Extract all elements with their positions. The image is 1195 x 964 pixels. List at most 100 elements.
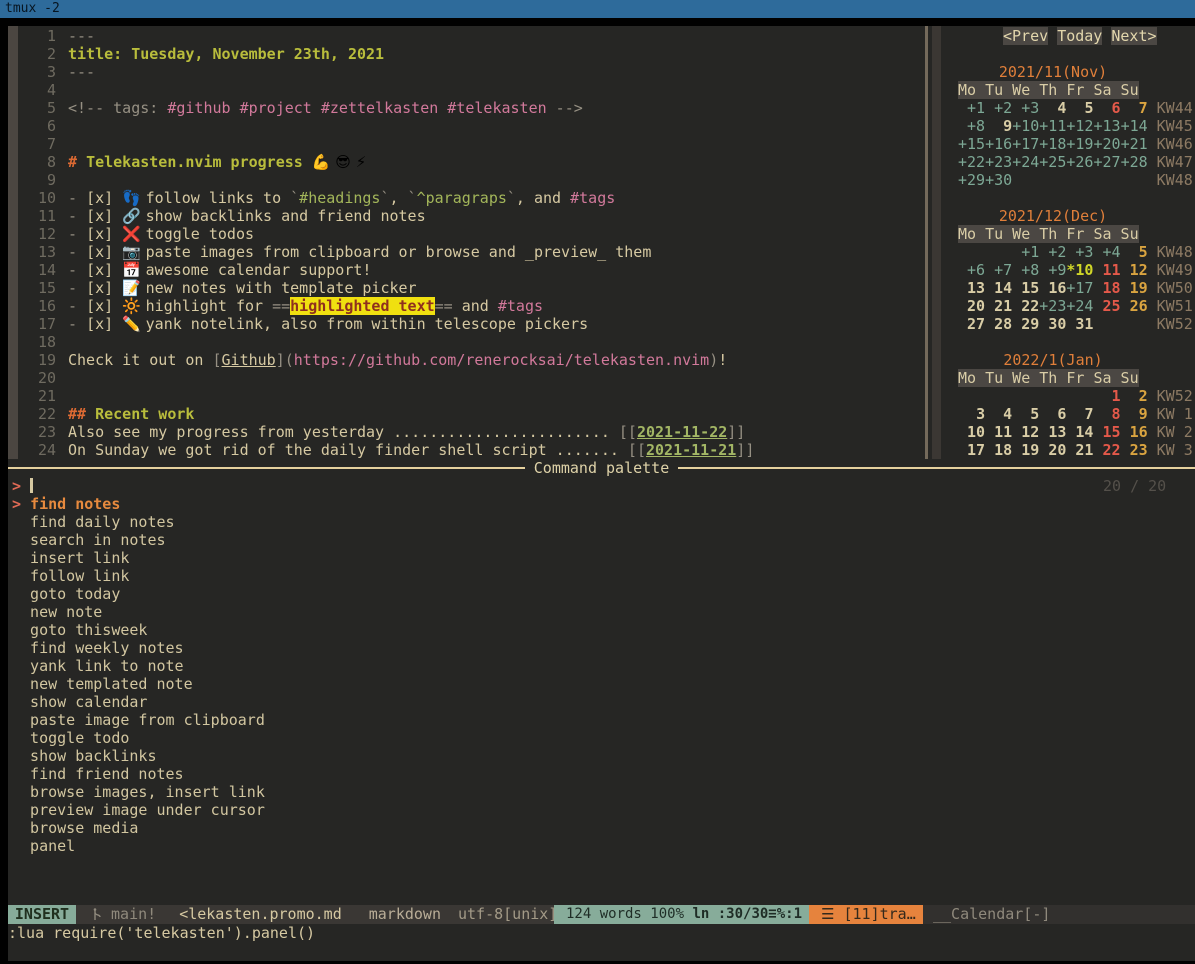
palette-item[interactable]: insert link	[8, 549, 1195, 567]
calendar-day[interactable]: 20	[958, 297, 985, 315]
palette-item[interactable]: browse images, insert link	[8, 783, 1195, 801]
calendar-day[interactable]: 27	[958, 315, 985, 333]
calendar-day[interactable]: +27	[1093, 153, 1120, 171]
palette-item[interactable]: yank link to note	[8, 657, 1195, 675]
calendar-day[interactable]: +1	[958, 99, 985, 117]
calendar-day[interactable]: 5	[1012, 405, 1039, 423]
calendar-day[interactable]: +9	[1039, 261, 1066, 279]
calendar-day[interactable]: +2	[985, 99, 1012, 117]
calendar-day[interactable]: 9	[1121, 405, 1148, 423]
calendar-day[interactable]: 15	[1093, 423, 1120, 441]
calendar-day[interactable]: +16	[985, 135, 1012, 153]
palette-item[interactable]: show calendar	[8, 693, 1195, 711]
palette-prompt[interactable]: > 20 / 20	[8, 477, 1195, 495]
calendar-day[interactable]: 14	[1066, 423, 1093, 441]
calendar-day[interactable]: 26	[1121, 297, 1148, 315]
calendar-scrollbar[interactable]	[932, 26, 941, 459]
palette-item[interactable]: new note	[8, 603, 1195, 621]
calendar-day[interactable]: 13	[1039, 423, 1066, 441]
calendar-day[interactable]: 5	[1121, 243, 1148, 261]
calendar-day[interactable]: 1	[1093, 387, 1120, 405]
calendar-day[interactable]: 18	[1093, 279, 1120, 297]
calendar-day[interactable]: 23	[1121, 441, 1148, 459]
calendar-day[interactable]: 16	[1121, 423, 1148, 441]
calendar-day[interactable]: +10	[1012, 117, 1039, 135]
calendar-day[interactable]: *10	[1066, 261, 1093, 279]
command-line[interactable]: :lua require('telekasten').panel()	[8, 924, 1195, 943]
palette-item-selected[interactable]: > find notes	[8, 495, 1195, 513]
calendar-day[interactable]: +25	[1039, 153, 1066, 171]
calendar-day[interactable]: 7	[1066, 405, 1093, 423]
calendar-day[interactable]: +13	[1093, 117, 1120, 135]
palette-item[interactable]: find friend notes	[8, 765, 1195, 783]
calendar-day[interactable]: 2	[1121, 387, 1148, 405]
calendar-day[interactable]: +24	[1012, 153, 1039, 171]
calendar-day[interactable]: 19	[1121, 279, 1148, 297]
calendar-day[interactable]: +29	[958, 171, 985, 189]
calendar-prev-button[interactable]: <Prev	[1003, 27, 1048, 45]
calendar-day[interactable]: +28	[1121, 153, 1148, 171]
calendar-day[interactable]: 17	[958, 441, 985, 459]
calendar-day[interactable]: 15	[1012, 279, 1039, 297]
calendar-day[interactable]: 31	[1066, 315, 1093, 333]
calendar-day[interactable]: 6	[1093, 99, 1120, 117]
calendar-day[interactable]: +23	[985, 153, 1012, 171]
calendar-day[interactable]: +8	[958, 117, 985, 135]
calendar-day[interactable]: +2	[1039, 243, 1066, 261]
palette-item[interactable]: preview image under cursor	[8, 801, 1195, 819]
calendar-day[interactable]: +17	[1066, 279, 1093, 297]
calendar-day[interactable]: 22	[1093, 441, 1120, 459]
calendar-day[interactable]: 5	[1066, 99, 1093, 117]
calendar-day[interactable]: 29	[1012, 315, 1039, 333]
calendar-day[interactable]: +14	[1121, 117, 1148, 135]
calendar-today-button[interactable]: Today	[1057, 27, 1102, 45]
calendar-day[interactable]: 9	[985, 117, 1012, 135]
palette-item[interactable]: find daily notes	[8, 513, 1195, 531]
calendar-day[interactable]: 4	[985, 405, 1012, 423]
palette-item[interactable]: goto thisweek	[8, 621, 1195, 639]
palette-item[interactable]: paste image from clipboard	[8, 711, 1195, 729]
calendar-day[interactable]: 20	[1039, 441, 1066, 459]
calendar-day[interactable]: 10	[958, 423, 985, 441]
calendar-day[interactable]: +23	[1039, 297, 1066, 315]
calendar-day[interactable]: +17	[1012, 135, 1039, 153]
calendar-next-button[interactable]: Next>	[1111, 27, 1156, 45]
calendar-day[interactable]: +8	[1012, 261, 1039, 279]
calendar-day[interactable]: +3	[1066, 243, 1093, 261]
palette-item[interactable]: new templated note	[8, 675, 1195, 693]
calendar-day[interactable]: +22	[958, 153, 985, 171]
calendar-day[interactable]: +21	[1121, 135, 1148, 153]
calendar-day[interactable]: +6	[958, 261, 985, 279]
calendar-day[interactable]: 3	[958, 405, 985, 423]
palette-item[interactable]: goto today	[8, 585, 1195, 603]
calendar-day[interactable]: 7	[1121, 99, 1148, 117]
left-scrollbar[interactable]	[8, 26, 18, 459]
window-separator[interactable]	[925, 26, 928, 459]
palette-item[interactable]: browse media	[8, 819, 1195, 837]
buffer-badge[interactable]: ☰ [11]tra…	[809, 905, 923, 924]
calendar-day[interactable]: 21	[985, 297, 1012, 315]
calendar-day[interactable]: 12	[1121, 261, 1148, 279]
calendar-day[interactable]: +15	[958, 135, 985, 153]
palette-item[interactable]: show backlinks	[8, 747, 1195, 765]
calendar-day[interactable]: 13	[958, 279, 985, 297]
calendar-day[interactable]: 28	[985, 315, 1012, 333]
calendar-day[interactable]: 8	[1093, 405, 1120, 423]
calendar-day[interactable]: 19	[1012, 441, 1039, 459]
calendar-day[interactable]: +1	[1012, 243, 1039, 261]
palette-item[interactable]: panel	[8, 837, 1195, 855]
calendar-day[interactable]: +30	[985, 171, 1012, 189]
palette-item[interactable]: find weekly notes	[8, 639, 1195, 657]
calendar-day[interactable]: 12	[1012, 423, 1039, 441]
calendar-day[interactable]: 18	[985, 441, 1012, 459]
palette-item[interactable]: toggle todo	[8, 729, 1195, 747]
calendar-day[interactable]: 22	[1012, 297, 1039, 315]
calendar-day[interactable]: +18	[1039, 135, 1066, 153]
editor-buffer[interactable]: 1---2title: Tuesday, November 23th, 2021…	[18, 27, 925, 459]
calendar-day[interactable]: 6	[1039, 405, 1066, 423]
palette-item[interactable]: search in notes	[8, 531, 1195, 549]
calendar-day[interactable]: +24	[1066, 297, 1093, 315]
calendar-day[interactable]: +3	[1012, 99, 1039, 117]
calendar-day[interactable]: 16	[1039, 279, 1066, 297]
calendar-day[interactable]: +11	[1039, 117, 1066, 135]
